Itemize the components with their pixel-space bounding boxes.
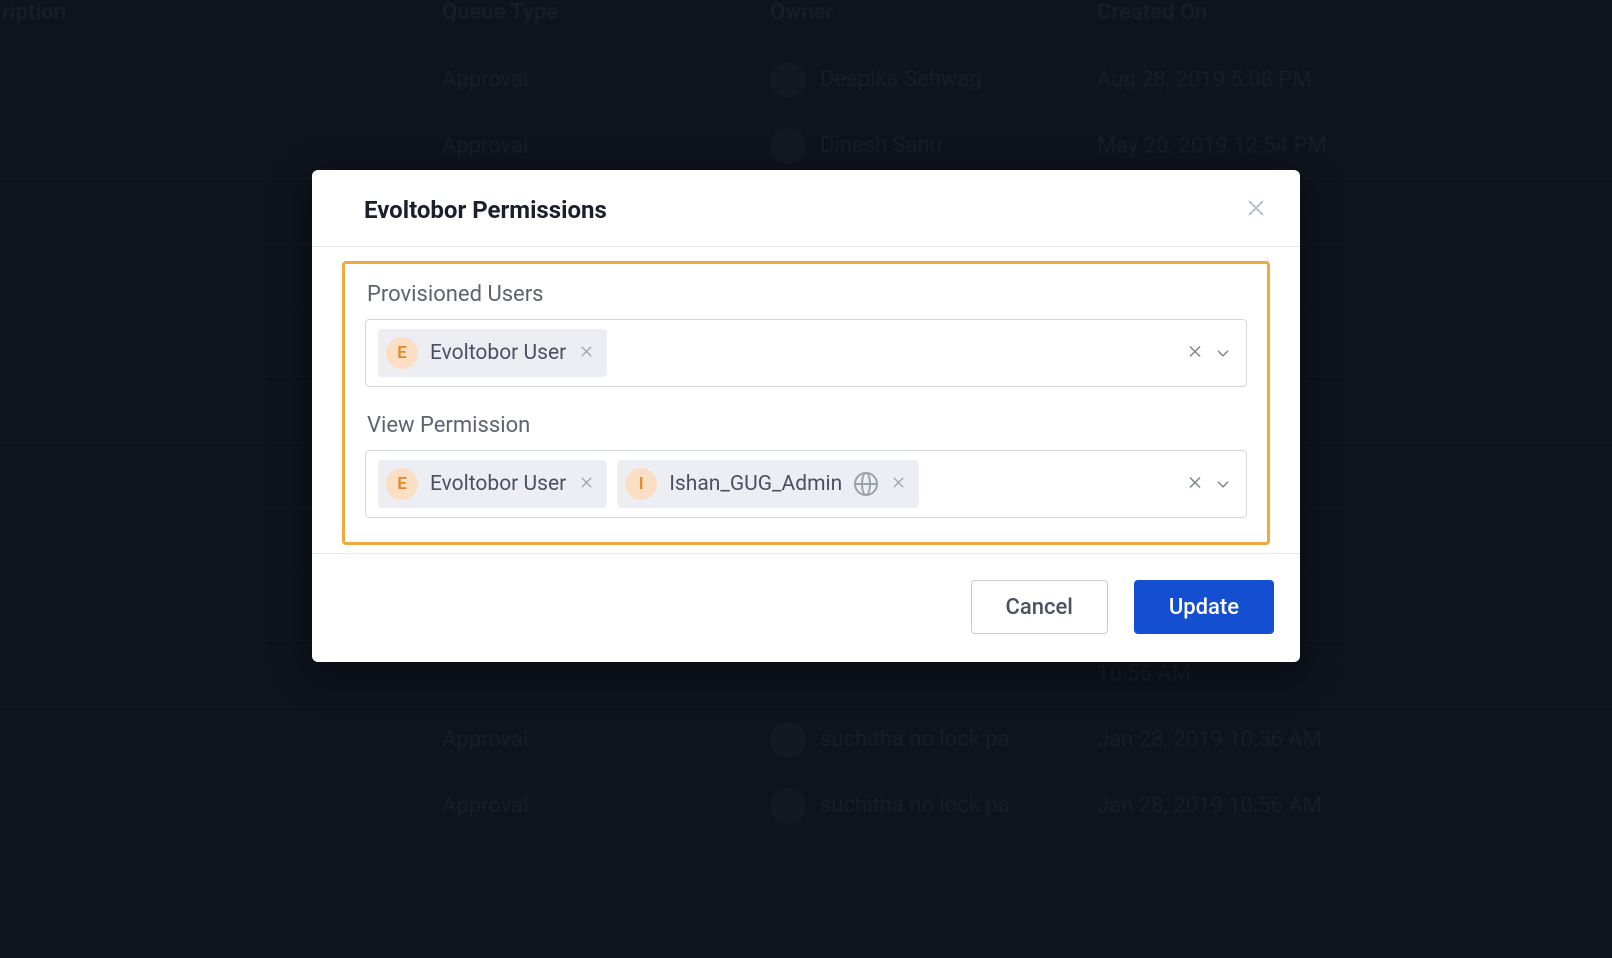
chip-label: Ishan_GUG_Admin [669, 472, 842, 496]
user-chip: I Ishan_GUG_Admin [617, 460, 919, 508]
chip-label: Evoltobor User [430, 472, 566, 496]
user-chip: E Evoltobor User [378, 329, 607, 377]
chevron-down-icon[interactable] [1216, 477, 1230, 491]
view-permission-select[interactable]: E Evoltobor User I Ishan_GUG_Admin [365, 450, 1247, 518]
remove-chip-icon[interactable] [578, 475, 595, 493]
update-button[interactable]: Update [1134, 580, 1274, 634]
modal-header: Evoltobor Permissions [312, 170, 1300, 247]
view-permission-label: View Permission [367, 413, 1247, 438]
cancel-button[interactable]: Cancel [971, 580, 1108, 634]
remove-chip-icon[interactable] [578, 344, 595, 362]
modal-title: Evoltobor Permissions [364, 196, 607, 224]
provisioned-users-select[interactable]: E Evoltobor User [365, 319, 1247, 387]
modal-footer: Cancel Update [312, 553, 1300, 662]
select-actions [1188, 343, 1230, 364]
provisioned-users-label: Provisioned Users [367, 282, 1247, 307]
modal-body: Provisioned Users E Evoltobor User View P… [312, 247, 1300, 553]
globe-icon [854, 472, 878, 496]
permissions-modal: Evoltobor Permissions Provisioned Users … [312, 170, 1300, 662]
clear-icon[interactable] [1188, 343, 1202, 364]
highlighted-section: Provisioned Users E Evoltobor User View P… [342, 261, 1270, 545]
chevron-down-icon[interactable] [1216, 346, 1230, 360]
avatar: E [386, 337, 418, 369]
avatar: E [386, 468, 418, 500]
select-actions [1188, 474, 1230, 495]
clear-icon[interactable] [1188, 474, 1202, 495]
close-icon[interactable] [1242, 196, 1270, 224]
avatar: I [625, 468, 657, 500]
user-chip: E Evoltobor User [378, 460, 607, 508]
remove-chip-icon[interactable] [890, 475, 907, 493]
modal-overlay: Evoltobor Permissions Provisioned Users … [0, 0, 1612, 958]
chip-label: Evoltobor User [430, 341, 566, 365]
